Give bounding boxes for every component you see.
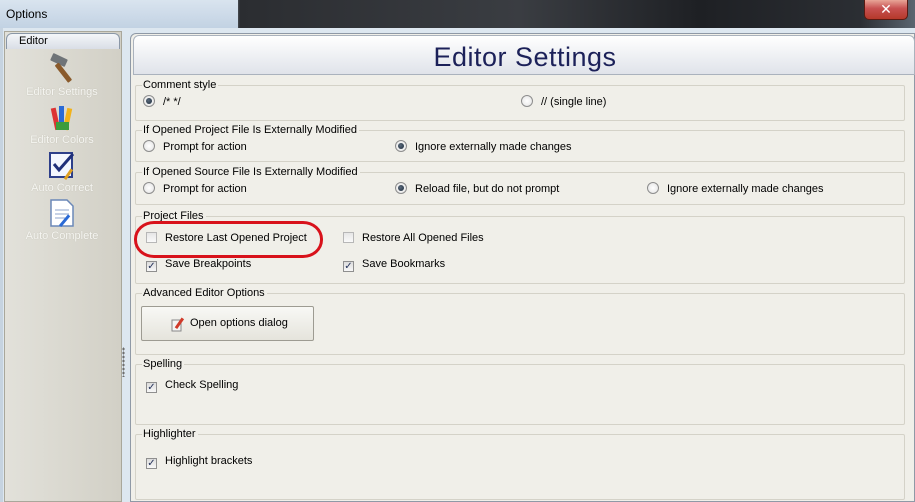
radio-project-ignore[interactable]: Ignore externally made changes bbox=[395, 140, 572, 154]
close-button[interactable]: ✕ bbox=[864, 0, 908, 20]
nav-item-auto-complete[interactable]: Auto Complete bbox=[10, 196, 114, 242]
window-title: Options bbox=[6, 7, 48, 21]
hammer-icon bbox=[50, 53, 72, 83]
group-title-advanced-options: Advanced Editor Options bbox=[142, 287, 267, 299]
nav-item-editor-colors[interactable]: Editor Colors bbox=[10, 100, 114, 146]
title-bar: Options ✕ bbox=[0, 0, 915, 28]
radio-label: /* */ bbox=[163, 96, 181, 108]
radio-project-prompt[interactable]: Prompt for action bbox=[143, 140, 247, 154]
radio-comment-block[interactable]: /* */ bbox=[143, 95, 181, 109]
checklist-icon bbox=[49, 152, 75, 181]
checkbox[interactable]: ✓ bbox=[343, 261, 354, 272]
group-project-files bbox=[135, 216, 905, 284]
radio-label: Reload file, but do not prompt bbox=[415, 183, 560, 195]
nav-item-auto-correct[interactable]: Auto Correct bbox=[10, 148, 114, 194]
radio-comment-single-line[interactable]: // (single line) bbox=[521, 95, 606, 109]
nav-label: Editor Colors bbox=[30, 134, 94, 146]
document-pen-icon bbox=[50, 199, 74, 228]
radio-button[interactable] bbox=[521, 95, 533, 107]
group-title-source-modified: If Opened Source File Is Externally Modi… bbox=[142, 166, 360, 178]
radio-label: Prompt for action bbox=[163, 183, 247, 195]
radio-label: // (single line) bbox=[541, 96, 607, 108]
checkbox-restore-all-files[interactable]: Restore All Opened Files bbox=[343, 232, 484, 245]
checkbox-save-breakpoints[interactable]: ✓ Save Breakpoints bbox=[146, 258, 251, 272]
group-spelling bbox=[135, 364, 905, 425]
checkbox[interactable]: ✓ bbox=[146, 261, 157, 272]
radio-label: Prompt for action bbox=[163, 141, 247, 153]
sidebar-tab-editor[interactable]: Editor bbox=[6, 33, 120, 49]
button-label: Open options dialog bbox=[190, 317, 288, 329]
group-title-comment-style: Comment style bbox=[142, 79, 219, 91]
radio-source-ignore[interactable]: Ignore externally made changes bbox=[647, 182, 824, 196]
group-title-project-modified: If Opened Project File Is Externally Mod… bbox=[142, 124, 359, 136]
nav-label: Auto Correct bbox=[31, 182, 93, 194]
radio-source-prompt[interactable]: Prompt for action bbox=[143, 182, 247, 196]
group-title-highlighter: Highlighter bbox=[142, 428, 198, 440]
checkbox-restore-last-project[interactable]: Restore Last Opened Project bbox=[146, 232, 307, 245]
radio-button[interactable] bbox=[647, 182, 659, 194]
group-title-spelling: Spelling bbox=[142, 358, 185, 370]
radio-button[interactable] bbox=[143, 182, 155, 194]
radio-button[interactable] bbox=[395, 182, 407, 194]
checkbox-label: Save Bookmarks bbox=[362, 258, 446, 270]
nav-item-editor-settings[interactable]: Editor Settings bbox=[10, 52, 114, 98]
checkbox-label: Highlight brackets bbox=[165, 455, 253, 467]
checkbox[interactable]: ✓ bbox=[146, 458, 157, 469]
radio-source-reload[interactable]: Reload file, but do not prompt bbox=[395, 182, 559, 196]
nav-label: Editor Settings bbox=[26, 86, 98, 98]
radio-button[interactable] bbox=[143, 140, 155, 152]
checkbox[interactable] bbox=[343, 232, 354, 243]
checkbox[interactable]: ✓ bbox=[146, 382, 157, 393]
radio-label: Ignore externally made changes bbox=[415, 141, 572, 153]
checkbox-check-spelling[interactable]: ✓ Check Spelling bbox=[146, 379, 238, 393]
radio-label: Ignore externally made changes bbox=[667, 183, 824, 195]
nav-label: Auto Complete bbox=[25, 230, 99, 242]
checkbox-highlight-brackets[interactable]: ✓ Highlight brackets bbox=[146, 455, 252, 469]
checkbox[interactable] bbox=[146, 232, 157, 243]
checkbox-label: Restore All Opened Files bbox=[362, 232, 484, 244]
open-options-dialog-button[interactable]: Open options dialog bbox=[141, 306, 314, 341]
checkbox-label: Restore Last Opened Project bbox=[165, 232, 307, 244]
group-comment-style bbox=[135, 85, 905, 121]
radio-button[interactable] bbox=[395, 140, 407, 152]
page-title: Editor Settings bbox=[433, 42, 617, 72]
splitter-handle[interactable] bbox=[122, 347, 125, 377]
checkbox-label: Check Spelling bbox=[165, 379, 239, 391]
crayons-icon bbox=[50, 106, 73, 131]
group-title-project-files: Project Files bbox=[142, 210, 206, 222]
header-band: Editor Settings bbox=[133, 35, 915, 75]
checkbox-save-bookmarks[interactable]: ✓ Save Bookmarks bbox=[343, 258, 445, 272]
settings-tool-icon bbox=[171, 317, 185, 332]
checkbox-label: Save Breakpoints bbox=[165, 258, 252, 270]
radio-button[interactable] bbox=[143, 95, 155, 107]
